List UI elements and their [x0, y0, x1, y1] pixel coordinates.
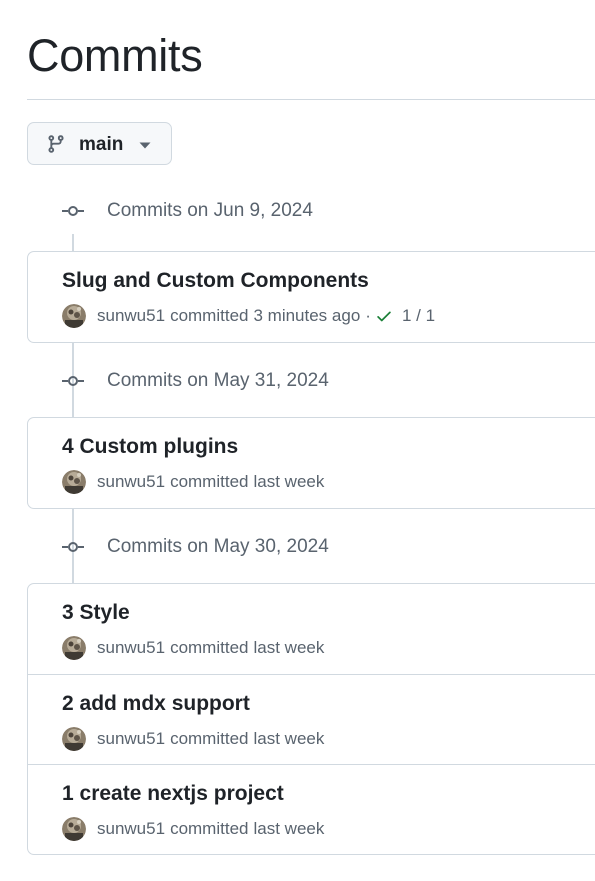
commit-time: last week — [253, 638, 325, 657]
commit-group-header: Commits on May 31, 2024 — [62, 367, 329, 395]
commit-time: last week — [253, 819, 325, 838]
commit-row: Slug and Custom Components sunwu51 commi… — [28, 252, 595, 342]
git-commit-icon — [62, 376, 84, 386]
commit-title-link[interactable]: Slug and Custom Components — [62, 268, 369, 294]
avatar[interactable] — [62, 817, 86, 841]
meta-separator: · — [365, 306, 371, 325]
git-commit-icon — [62, 542, 84, 552]
commit-meta: sunwu51 committed 3 minutes ago · 1 / 1 — [62, 303, 435, 329]
author-link[interactable]: sunwu51 — [97, 306, 165, 326]
commit-list: Slug and Custom Components sunwu51 commi… — [27, 251, 595, 343]
author-link[interactable]: sunwu51 — [97, 729, 165, 749]
author-link[interactable]: sunwu51 — [97, 472, 165, 492]
commit-group-date: Commits on May 30, 2024 — [107, 536, 329, 557]
avatar[interactable] — [62, 636, 86, 660]
author-link[interactable]: sunwu51 — [97, 638, 165, 658]
commit-row: 3 Style sunwu51 committed last week — [28, 584, 595, 674]
timeline-line — [72, 234, 74, 252]
commit-group-date: Commits on May 31, 2024 — [107, 370, 329, 391]
commit-meta: sunwu51 committed last week — [62, 726, 324, 752]
commit-title-link[interactable]: 2 add mdx support — [62, 691, 250, 717]
commit-title-link[interactable]: 3 Style — [62, 600, 130, 626]
commit-meta: sunwu51 committed last week — [62, 816, 324, 842]
commit-meta: sunwu51 committed last week — [62, 469, 324, 495]
commit-row: 4 Custom plugins sunwu51 committed last — [28, 418, 595, 508]
avatar[interactable] — [62, 727, 86, 751]
git-commit-icon — [62, 206, 84, 216]
triangle-down-icon — [139, 142, 151, 149]
commit-group-header: Commits on May 30, 2024 — [62, 533, 329, 561]
commit-action: committed — [170, 819, 249, 838]
commit-action: committed — [170, 306, 249, 325]
commit-action: committed — [170, 729, 249, 748]
commit-row: 1 create nextjs project sunwu51 committe… — [28, 764, 595, 854]
branch-selector-button[interactable]: main — [27, 122, 172, 165]
commit-action: committed — [170, 472, 249, 491]
commit-list: 3 Style sunwu51 committed last week 2 ad… — [27, 583, 595, 855]
commit-meta: sunwu51 committed last week — [62, 635, 324, 661]
checks-count[interactable]: 1 / 1 — [402, 306, 435, 326]
commit-row: 2 add mdx support sunwu51 committed last — [28, 674, 595, 764]
branch-name: main — [79, 134, 124, 155]
commit-group-header: Commits on Jun 9, 2024 — [62, 197, 313, 225]
commit-time: 3 minutes ago — [253, 306, 361, 325]
page-title: Commits — [27, 30, 203, 81]
author-link[interactable]: sunwu51 — [97, 819, 165, 839]
commit-time: last week — [253, 729, 325, 748]
avatar[interactable] — [62, 470, 86, 494]
commit-action: committed — [170, 638, 249, 657]
commit-list: 4 Custom plugins sunwu51 committed last — [27, 417, 595, 509]
commit-time: last week — [253, 472, 325, 491]
commit-title-link[interactable]: 1 create nextjs project — [62, 781, 284, 807]
avatar[interactable] — [62, 304, 86, 328]
git-branch-icon — [48, 135, 64, 153]
commits-page: Commits main Commits on Jun 9, 2024 Slug… — [0, 0, 595, 881]
title-divider — [27, 99, 595, 100]
check-icon[interactable] — [375, 307, 393, 325]
commit-title-link[interactable]: 4 Custom plugins — [62, 434, 238, 460]
commit-group-date: Commits on Jun 9, 2024 — [107, 200, 313, 221]
